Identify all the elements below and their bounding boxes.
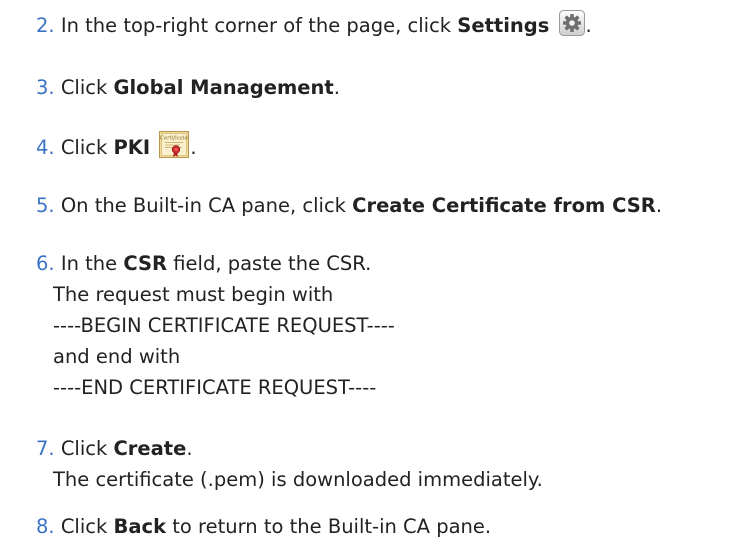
step-number: 3. — [36, 76, 55, 99]
step-number: 6. — [36, 252, 55, 275]
step-text: In the top-right corner of the page, cli… — [60, 14, 458, 37]
step-text: On the Built-in CA pane, click — [60, 194, 353, 217]
step-number: 8. — [36, 515, 55, 538]
step-2: 2. In the top-right corner of the page, … — [36, 10, 725, 45]
step-text: Click — [60, 76, 114, 99]
step-text-end: field, paste the CSR. — [167, 252, 372, 275]
step-text-end: . — [585, 14, 592, 37]
step-6-main-line: 6. In the CSR field, paste the CSR. — [36, 248, 725, 279]
create-label: Create — [113, 437, 187, 460]
request-begin-note: The request must begin with — [53, 283, 334, 306]
end-marker: ----END CERTIFICATE REQUEST---- — [53, 376, 377, 399]
step-text: Click — [60, 437, 114, 460]
download-note: The certificate (.pem) is downloaded imm… — [53, 468, 543, 491]
step-text: In the — [60, 252, 124, 275]
step-text-end: . — [186, 437, 193, 460]
step-5: 5. On the Built-in CA pane, click Create… — [36, 190, 725, 221]
global-management-label: Global Management — [113, 76, 334, 99]
instruction-list: 2. In the top-right corner of the page, … — [0, 0, 733, 559]
step-text-end: . — [655, 194, 663, 217]
step-4: 4. Click PKI Certificate . — [36, 131, 725, 167]
certificate-icon: Certificate — [159, 131, 190, 167]
step-6: 6. In the CSR field, paste the CSR. The … — [36, 248, 725, 403]
step-text-end: . — [333, 76, 340, 99]
step-text-end: to return to the Built-in CA pane. — [166, 515, 492, 538]
step-text: Click — [60, 136, 114, 159]
step-7-main-line: 7. Click Create. — [36, 433, 725, 464]
begin-marker: ----BEGIN CERTIFICATE REQUEST---- — [53, 314, 395, 337]
step-3: 3. Click Global Management. — [36, 72, 725, 103]
step-text-end: . — [190, 136, 197, 159]
back-label: Back — [113, 515, 167, 538]
settings-label: Settings — [457, 14, 550, 37]
gear-icon — [558, 10, 585, 45]
request-end-note: and end with — [53, 345, 181, 368]
step-number: 5. — [36, 194, 55, 217]
step-number: 7. — [36, 437, 55, 460]
step-8: 8. Click Back to return to the Built-in … — [36, 511, 725, 542]
step-7: 7. Click Create. The certificate (.pem) … — [36, 433, 725, 495]
certificate-icon-text: Certificate — [160, 136, 188, 142]
step-number: 2. — [36, 14, 55, 37]
create-certificate-from-csr-label: Create Certificate from CSR — [352, 194, 656, 217]
step-number: 4. — [36, 136, 55, 159]
step-text: Click — [60, 515, 114, 538]
pki-label: PKI — [113, 136, 151, 159]
csr-label: CSR — [123, 252, 168, 275]
